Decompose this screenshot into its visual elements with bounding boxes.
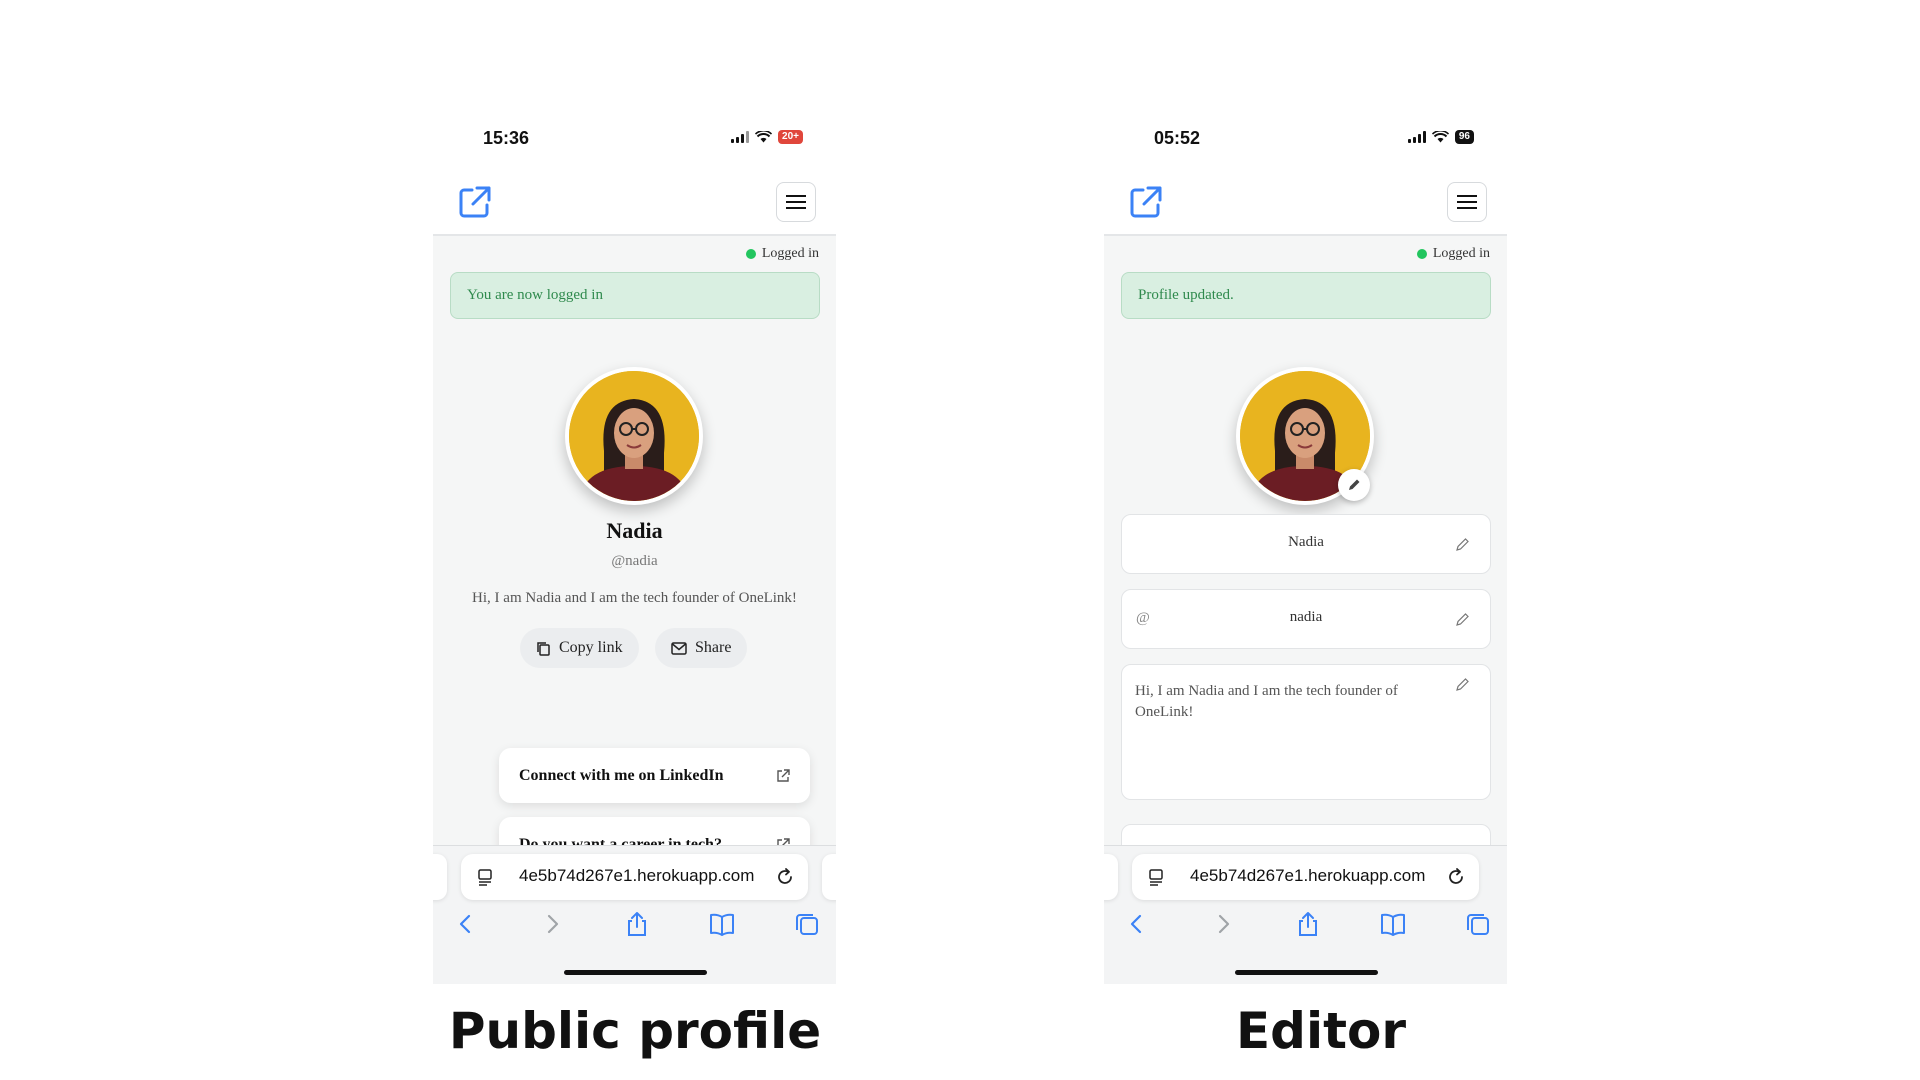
forward-icon[interactable]	[538, 910, 566, 938]
previous-tab-preview[interactable]	[433, 854, 447, 900]
menu-button[interactable]	[776, 182, 816, 222]
status-bar: 05:52 96	[1104, 118, 1507, 170]
signal-icon	[1407, 131, 1426, 143]
status-icons: 20+	[731, 130, 803, 144]
hamburger-icon	[1457, 195, 1477, 209]
address-bar[interactable]: 4e5b74d267e1.herokuapp.com	[1132, 854, 1479, 900]
profile-name: Nadia	[606, 518, 663, 543]
app-header	[1104, 170, 1507, 236]
caption-public-profile: Public profile	[448, 1002, 822, 1060]
status-dot-icon	[1416, 249, 1427, 259]
caption-editor: Editor	[1236, 1002, 1406, 1060]
avatar-portrait-icon	[569, 371, 699, 501]
share-icon[interactable]	[623, 910, 651, 938]
bookmarks-icon[interactable]	[1379, 910, 1407, 938]
previous-tab-preview[interactable]	[1104, 854, 1118, 900]
copy-link-label: Copy link	[559, 639, 623, 656]
next-tab-preview[interactable]	[822, 854, 836, 900]
copy-link-button[interactable]: Copy link	[520, 628, 639, 668]
browser-nav-row	[1104, 910, 1507, 940]
status-bar: 15:36 20+	[433, 118, 836, 170]
bio-field[interactable]: Hi, I am Nadia and I am the tech founder…	[1121, 664, 1491, 800]
pencil-icon[interactable]	[1455, 677, 1470, 692]
public-profile-phone: 15:36 20+ Logged in You are now logged i…	[433, 118, 836, 984]
status-time: 15:36	[483, 128, 530, 148]
menu-button[interactable]	[1447, 182, 1487, 222]
external-link-logo-icon[interactable]	[457, 184, 493, 220]
status-dot-icon	[745, 249, 756, 259]
tabs-icon[interactable]	[793, 910, 821, 938]
username-field-value: nadia	[1289, 609, 1323, 625]
bookmarks-icon[interactable]	[708, 910, 736, 938]
profile-bio: Hi, I am Nadia and I am the tech founder…	[472, 590, 797, 606]
reader-icon	[478, 869, 492, 886]
reload-icon[interactable]	[776, 868, 794, 886]
success-alert: You are now logged in	[450, 272, 820, 319]
editor-phone: 05:52 96 Logged in Profile updated. Nadi…	[1104, 118, 1507, 984]
name-field-value: Nadia	[1288, 534, 1324, 550]
link-card-label: Connect with me on LinkedIn	[519, 766, 724, 784]
status-time: 05:52	[1154, 128, 1201, 148]
login-status-label: Logged in	[761, 246, 819, 261]
external-link-icon	[777, 768, 790, 782]
reload-icon[interactable]	[1447, 868, 1465, 886]
wifi-icon	[755, 131, 773, 143]
avatar	[565, 367, 703, 505]
battery-indicator: 96	[1454, 130, 1474, 144]
login-status: Logged in	[1416, 246, 1490, 262]
name-field[interactable]: Nadia	[1121, 514, 1491, 574]
success-alert: Profile updated.	[1121, 272, 1491, 319]
back-icon[interactable]	[452, 910, 480, 938]
share-label: Share	[695, 639, 732, 656]
forward-icon[interactable]	[1209, 910, 1237, 938]
copy-icon	[537, 641, 550, 656]
login-status: Logged in	[745, 246, 819, 262]
back-icon[interactable]	[1123, 910, 1151, 938]
tabs-icon[interactable]	[1464, 910, 1492, 938]
mail-icon	[671, 641, 687, 655]
browser-toolbar: 4e5b74d267e1.herokuapp.com	[1104, 845, 1507, 984]
url-text: 4e5b74d267e1.herokuapp.com	[1190, 866, 1426, 885]
browser-nav-row	[433, 910, 836, 940]
wifi-icon	[1431, 131, 1449, 143]
login-status-label: Logged in	[1432, 246, 1490, 261]
username-field[interactable]: @ nadia	[1121, 589, 1491, 649]
home-indicator	[564, 970, 707, 975]
pencil-icon	[1349, 479, 1360, 490]
external-link-logo-icon[interactable]	[1128, 184, 1164, 220]
profile-handle: @nadia	[611, 553, 658, 569]
address-bar[interactable]: 4e5b74d267e1.herokuapp.com	[461, 854, 808, 900]
avatar-edit-button[interactable]	[1338, 469, 1370, 501]
status-icons: 96	[1407, 130, 1474, 144]
hamburger-icon	[786, 195, 806, 209]
browser-toolbar: 4e5b74d267e1.herokuapp.com	[433, 845, 836, 984]
bio-field-value: Hi, I am Nadia and I am the tech founder…	[1135, 683, 1398, 720]
reader-icon	[1149, 869, 1163, 886]
share-button[interactable]: Share	[655, 628, 748, 668]
link-card-linkedin[interactable]: Connect with me on LinkedIn	[499, 748, 810, 803]
pencil-icon[interactable]	[1455, 537, 1470, 552]
app-header	[433, 170, 836, 236]
pencil-icon[interactable]	[1455, 612, 1470, 627]
battery-indicator: 20+	[778, 130, 803, 144]
signal-icon	[731, 131, 750, 143]
share-icon[interactable]	[1294, 910, 1322, 938]
home-indicator	[1235, 970, 1378, 975]
url-text: 4e5b74d267e1.herokuapp.com	[519, 866, 755, 885]
